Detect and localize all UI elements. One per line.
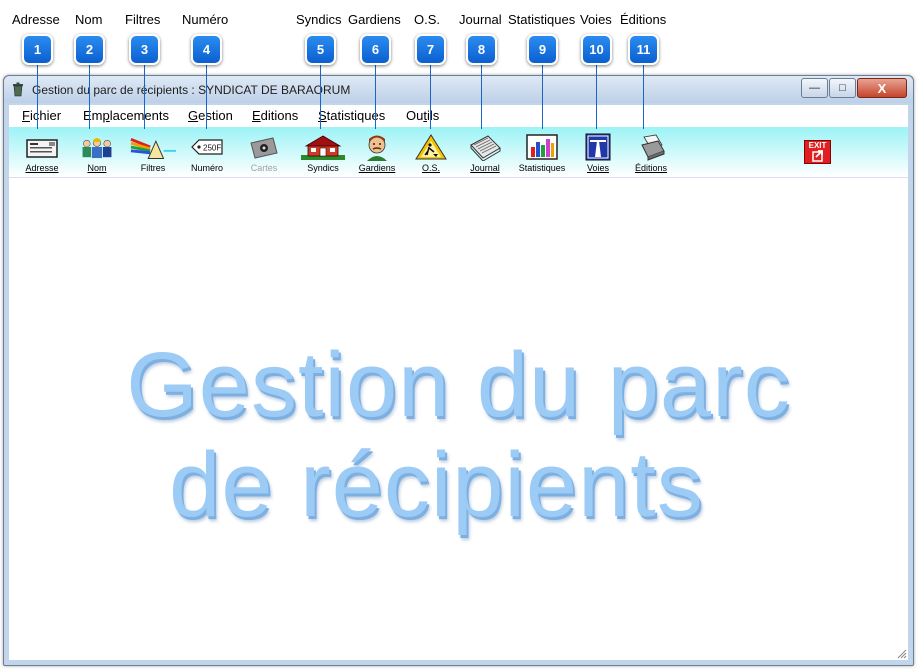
bar-chart-icon bbox=[526, 134, 558, 160]
toolbar-button-editions[interactable]: Éditions bbox=[624, 131, 678, 175]
toolbar-label-os: O.S. bbox=[421, 163, 440, 173]
toolbar-label-cartes: Cartes bbox=[250, 163, 278, 173]
menu-outils[interactable]: Outils bbox=[406, 108, 439, 123]
toolbar-label-adresse: Adresse bbox=[25, 163, 59, 173]
number-tag-icon: 250F bbox=[191, 139, 223, 155]
minimize-icon: — bbox=[809, 82, 820, 94]
callout-bubble-8: 8 bbox=[466, 34, 497, 65]
toolbar-label-editions: Éditions bbox=[634, 163, 668, 173]
prism-filter-icon bbox=[130, 137, 177, 159]
callout-leader-1 bbox=[37, 63, 38, 129]
highway-sign-icon bbox=[585, 133, 611, 161]
people-icon bbox=[82, 138, 112, 159]
guard-face-icon bbox=[367, 135, 387, 161]
close-button[interactable]: X bbox=[857, 78, 907, 98]
callout-label-adresse: Adresse bbox=[12, 12, 60, 27]
toolbar-button-gardiens[interactable]: Gardiens bbox=[350, 131, 404, 175]
toolbar-button-journal[interactable]: Journal bbox=[458, 131, 512, 175]
app-window: Gestion du parc de récipients : SYNDICAT… bbox=[3, 75, 914, 666]
toolbar-label-journal: Journal bbox=[470, 163, 500, 173]
callout-bubble-7: 7 bbox=[415, 34, 446, 65]
callout-leader-7 bbox=[430, 63, 431, 129]
callout-label-editions: Éditions bbox=[620, 12, 667, 27]
callout-label-syndics: Syndics bbox=[296, 12, 342, 27]
toolbar-button-nom[interactable]: Nom bbox=[70, 131, 124, 175]
callout-leader-5 bbox=[320, 63, 321, 129]
exit-button[interactable]: EXIT bbox=[804, 140, 831, 164]
toolbar-button-cartes[interactable]: Cartes bbox=[237, 131, 291, 175]
toolbar-button-os[interactable]: O.S. bbox=[404, 131, 458, 175]
callout-bubble-10: 10 bbox=[581, 34, 612, 65]
callout-leader-9 bbox=[542, 63, 543, 129]
callout-label-numero: Numéro bbox=[182, 12, 229, 27]
menu-editions[interactable]: Editions bbox=[252, 108, 298, 123]
callout-bubble-4: 4 bbox=[191, 34, 222, 65]
callout-label-gardiens: Gardiens bbox=[348, 12, 401, 27]
toolbar-label-numero: Numéro bbox=[190, 163, 223, 173]
callout-label-voies: Voies bbox=[580, 12, 612, 27]
toolbar-label-filtres: Filtres bbox=[140, 163, 166, 173]
toolbar-label-gardiens: Gardiens bbox=[358, 163, 396, 173]
callout-leader-10 bbox=[596, 63, 597, 129]
splash-title-line1: Gestion du parc bbox=[126, 334, 791, 436]
callout-leader-4 bbox=[206, 63, 207, 129]
toolbar-button-voies[interactable]: Voies bbox=[571, 131, 625, 175]
callout-bubble-11: 11 bbox=[628, 34, 659, 65]
journal-book-icon bbox=[470, 135, 501, 161]
menu-fichier[interactable]: Fichier bbox=[22, 108, 61, 123]
toolbar-button-numero[interactable]: 250F Numéro bbox=[180, 131, 234, 175]
toolbar-button-filtres[interactable]: Filtres bbox=[126, 131, 180, 175]
callout-leader-3 bbox=[144, 63, 145, 129]
callout-bubble-6: 6 bbox=[360, 34, 391, 65]
svg-text:250F: 250F bbox=[203, 144, 221, 153]
callout-bubble-9: 9 bbox=[527, 34, 558, 65]
menu-gestion[interactable]: Gestion bbox=[188, 108, 233, 123]
printer-icon bbox=[641, 134, 665, 161]
toolbar-button-adresse[interactable]: Adresse bbox=[15, 131, 69, 175]
minimize-button[interactable]: — bbox=[801, 78, 828, 98]
toolbar-label-nom: Nom bbox=[87, 163, 107, 173]
exit-label: EXIT bbox=[808, 141, 827, 150]
callout-label-journal: Journal bbox=[459, 12, 502, 27]
toolbar-button-syndics[interactable]: Syndics bbox=[296, 131, 350, 175]
window-title: Gestion du parc de récipients : SYNDICAT… bbox=[32, 83, 351, 97]
toolbar: Adresse Nom Filtres 250F Numéro Cartes S… bbox=[9, 127, 908, 177]
callout-leader-11 bbox=[643, 63, 644, 129]
card-reader-icon bbox=[250, 137, 278, 159]
callout-leader-8 bbox=[481, 63, 482, 129]
toolbar-label-voies: Voies bbox=[586, 163, 610, 173]
resize-grip-icon[interactable] bbox=[895, 647, 907, 659]
callout-bubble-2: 2 bbox=[74, 34, 105, 65]
roadwork-sign-icon bbox=[415, 134, 447, 160]
callout-bubble-1: 1 bbox=[22, 34, 53, 65]
callout-label-filtres: Filtres bbox=[125, 12, 161, 27]
close-icon: X bbox=[877, 80, 887, 96]
maximize-icon: □ bbox=[839, 82, 846, 94]
callout-label-statistiques: Statistiques bbox=[508, 12, 576, 27]
address-card-icon bbox=[26, 139, 58, 158]
main-client-area: Gestion du parc de récipients bbox=[9, 177, 908, 660]
title-bar[interactable]: Gestion du parc de récipients : SYNDICAT… bbox=[4, 76, 913, 103]
callout-leader-2 bbox=[89, 63, 90, 129]
splash-title-line2: de récipients bbox=[169, 434, 704, 536]
toolbar-button-statistiques[interactable]: Statistiques bbox=[512, 131, 572, 175]
toolbar-label-statistiques: Statistiques bbox=[518, 163, 566, 173]
callout-bubble-3: 3 bbox=[129, 34, 160, 65]
recycle-bin-icon bbox=[13, 82, 23, 97]
callout-bubble-5: 5 bbox=[305, 34, 336, 65]
callout-label-nom: Nom bbox=[75, 12, 103, 27]
menu-emplacements[interactable]: Emplacements bbox=[83, 108, 169, 123]
toolbar-label-syndics: Syndics bbox=[307, 163, 339, 173]
house-icon bbox=[301, 135, 345, 160]
callout-leader-6 bbox=[375, 63, 376, 129]
callout-label-os: O.S. bbox=[414, 12, 441, 27]
maximize-button[interactable]: □ bbox=[829, 78, 856, 98]
